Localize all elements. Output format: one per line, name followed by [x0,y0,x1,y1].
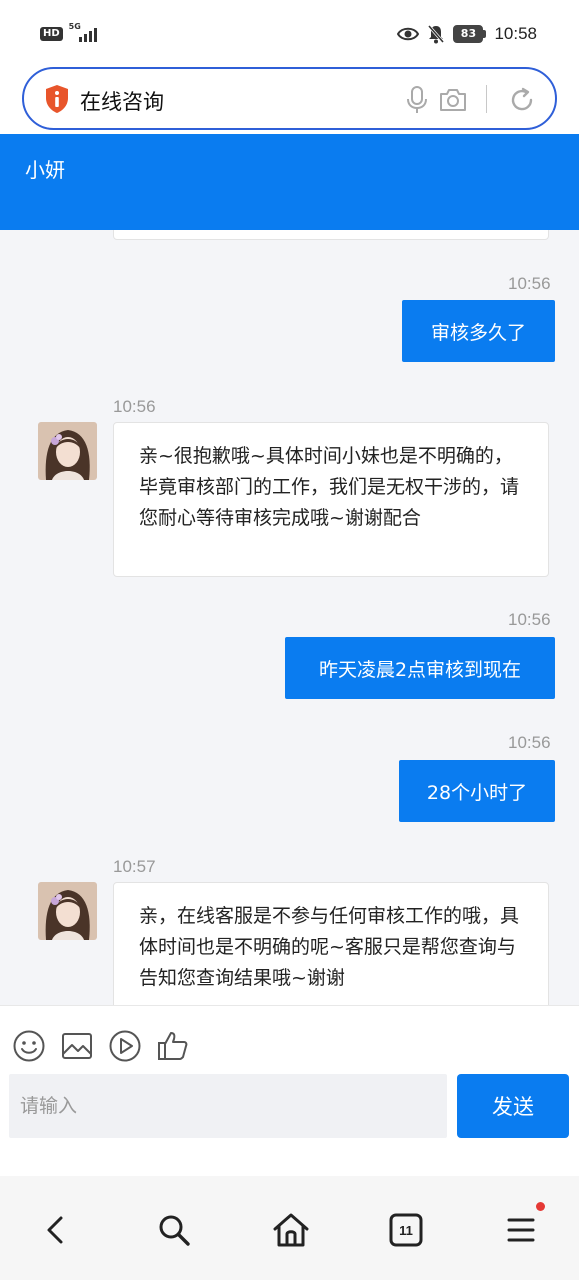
message-input[interactable] [9,1074,447,1138]
tabs-count: 11 [399,1222,413,1238]
image-icon[interactable] [60,1029,94,1063]
status-bar: HD 5G 83 10:58 [0,0,579,66]
home-button[interactable] [269,1208,313,1252]
outgoing-message[interactable]: 昨天凌晨2点审核到现在 [285,637,555,699]
send-button[interactable]: 发送 [457,1074,569,1138]
message-time: 10:56 [508,610,551,629]
agent-name: 小妍 [25,158,65,182]
agent-avatar [38,882,97,940]
chat-header: 小妍 [0,134,579,230]
divider [486,85,487,113]
video-icon[interactable] [108,1029,142,1063]
clock: 10:58 [494,24,537,43]
outgoing-message[interactable]: 审核多久了 [402,300,555,362]
shield-info-icon[interactable] [44,84,70,114]
chat-area[interactable]: 10:56 审核多久了 10:56 亲~很抱歉哦~具体时间小妹也是不明确的，毕竟… [0,230,579,1005]
outgoing-message[interactable]: 28个小时了 [399,760,555,822]
tabs-button[interactable]: 11 [384,1208,428,1252]
previous-message-card [113,230,549,240]
battery-icon: 83 [453,25,487,43]
status-left: HD 5G [40,22,103,44]
browser-search-bar[interactable]: 在线咨询 [22,67,557,130]
search-query[interactable]: 在线咨询 [80,86,164,116]
emoji-icon[interactable] [12,1029,46,1063]
notification-dot [536,1202,545,1211]
back-icon [47,1216,63,1244]
mic-icon[interactable] [404,85,430,115]
search-icon [159,1215,190,1246]
hd-badge: HD [40,27,63,41]
thumbs-up-icon[interactable] [156,1029,190,1063]
refresh-icon[interactable] [508,86,536,114]
menu-icon [507,1218,535,1242]
status-right: 83 10:58 [397,24,537,44]
bottom-nav: 11 [0,1176,579,1280]
composer: 发送 [0,1005,579,1175]
message-time: 10:56 [113,397,156,416]
search-button[interactable] [152,1208,196,1252]
camera-icon[interactable] [438,86,468,114]
incoming-message[interactable]: 亲~很抱歉哦~具体时间小妹也是不明确的，毕竟审核部门的工作，我们是无权干涉的，请… [113,422,549,577]
battery-level: 83 [460,27,477,40]
signal-icon: 5G [69,22,103,44]
back-button[interactable] [34,1208,78,1252]
eye-icon [397,27,420,41]
message-time: 10:56 [508,733,551,752]
home-icon [273,1213,309,1247]
message-time: 10:57 [113,857,156,876]
menu-button[interactable] [499,1202,545,1252]
message-time: 10:56 [508,274,551,293]
bell-mute-icon [428,25,445,44]
incoming-message[interactable]: 亲，在线客服是不参与任何审核工作的哦，具体时间也是不明确的呢~客服只是帮您查询与… [113,882,549,1005]
agent-avatar [38,422,97,480]
